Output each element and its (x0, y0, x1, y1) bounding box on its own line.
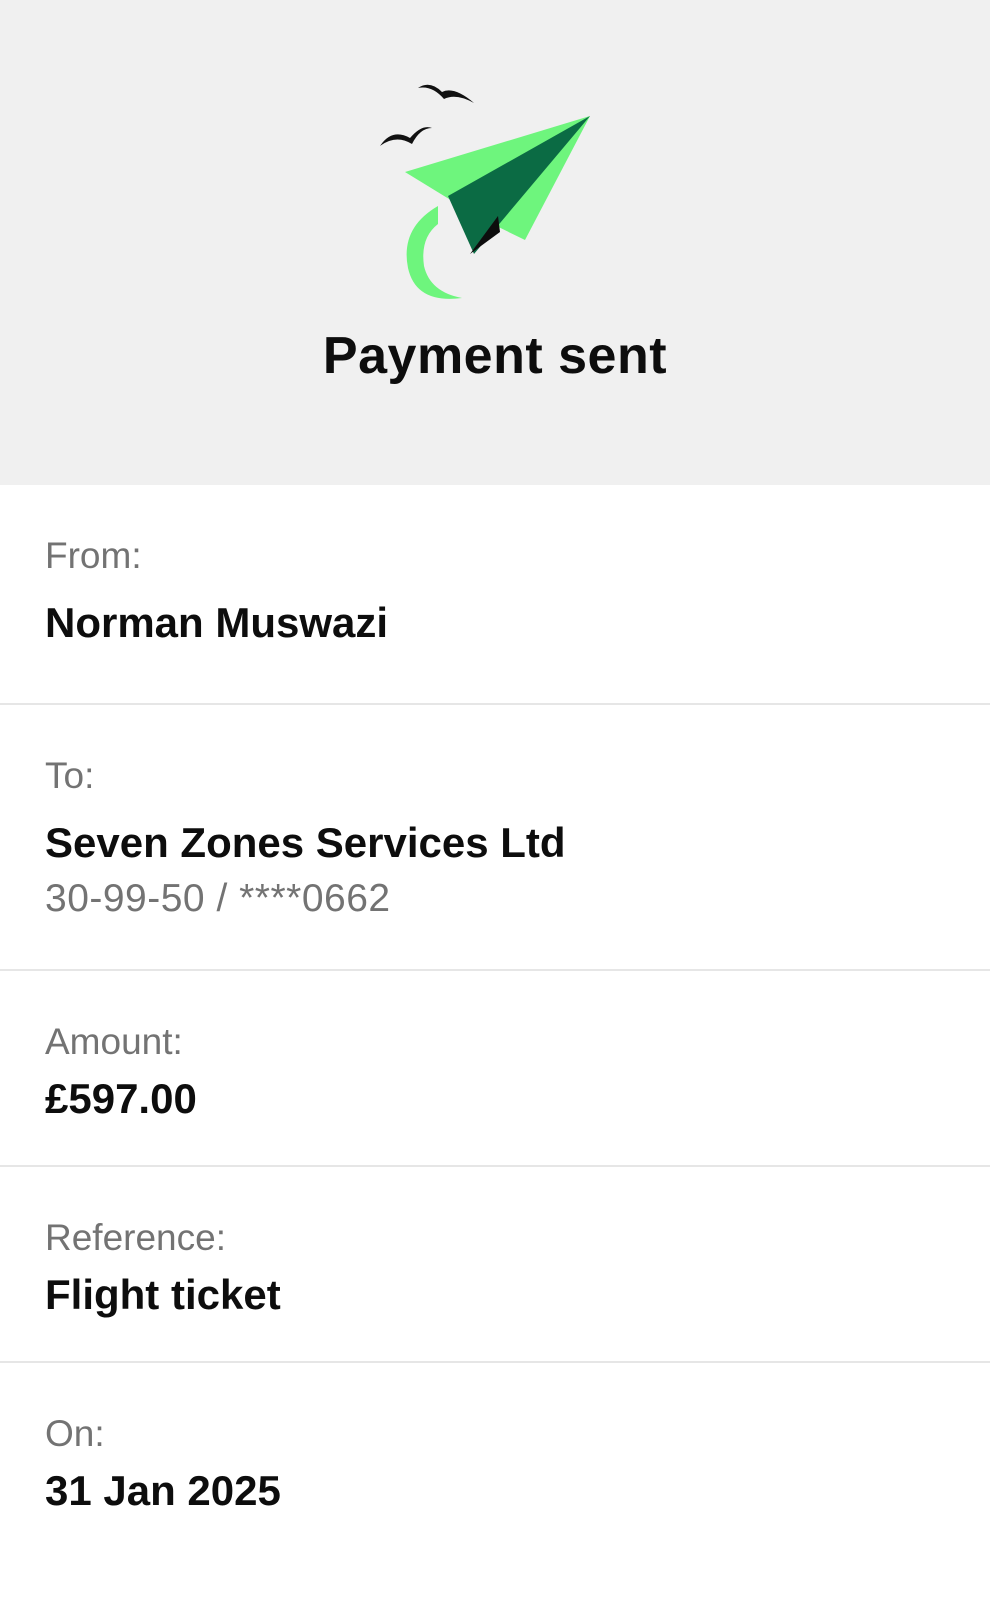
amount-row: Amount: £597.00 (0, 971, 990, 1167)
to-value: Seven Zones Services Ltd (45, 819, 566, 866)
paper-plane-with-birds-icon (380, 84, 590, 299)
reference-label: Reference: (45, 1217, 226, 1258)
date-row: On: 31 Jan 2025 (0, 1363, 990, 1600)
account-details: 30-99-50 / ****0662 (45, 877, 391, 920)
from-value: Norman Muswazi (45, 599, 389, 646)
to-label: To: (45, 755, 95, 796)
date-label: On: (45, 1413, 105, 1454)
amount-value: £597.00 (45, 1075, 197, 1122)
confirmation-header: Payment sent (0, 0, 990, 485)
amount-label: Amount: (45, 1021, 183, 1062)
payment-confirmation-screen: Payment sent From: Norman Muswazi To: Se… (0, 0, 990, 1600)
from-label: From: (45, 535, 142, 576)
to-row: To: Seven Zones Services Ltd 30-99-50 / … (0, 705, 990, 971)
page-title: Payment sent (322, 327, 668, 385)
date-value: 31 Jan 2025 (45, 1467, 281, 1514)
reference-row: Reference: Flight ticket (0, 1167, 990, 1363)
from-row: From: Norman Muswazi (0, 485, 990, 705)
reference-value: Flight ticket (45, 1271, 281, 1318)
